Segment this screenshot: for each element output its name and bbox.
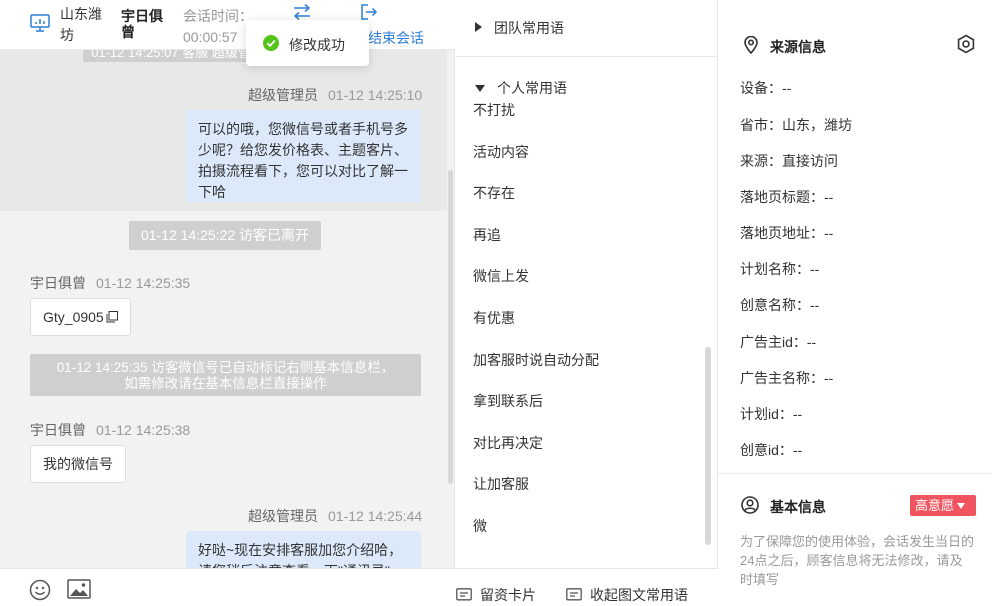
card-icon [456,588,472,601]
personal-phrases-title[interactable]: 个人常用语 [475,78,567,98]
settings-icon[interactable] [956,34,976,54]
team-phrases-label: 团队常用语 [494,20,564,36]
phrases-panel: 团队常用语 个人常用语 不打扰 活动内容 不存在 再追 微信上发 有优惠 加客服… [455,0,718,568]
message-time: 01-12 14:25:35 [96,275,191,291]
caret-right-icon [475,22,482,32]
logout-icon[interactable] [360,3,378,21]
sender-name: 超级管理员 [248,87,318,103]
basic-info-title: 基本信息 [770,499,826,515]
user-icon [741,496,759,514]
intent-label: 高意愿 [915,498,955,513]
visitor-message[interactable]: Gty_0905 [30,298,131,336]
phrase-item[interactable]: 微信上发 [473,266,529,286]
end-session-button[interactable]: 结束会话 [368,28,424,48]
team-phrases-group[interactable]: 团队常用语 [455,0,718,57]
info-advertiser-name: 广告主名称：-- [740,370,834,386]
contact-card-button[interactable]: 留资卡片 [456,585,536,605]
info-landing-title: 落地页标题：-- [740,189,834,205]
phrase-item[interactable]: 活动内容 [473,142,529,162]
phrases-scrollbar[interactable] [705,347,711,545]
agent-message: 可以的哦，您微信号或者手机号多少呢？给您发价格表、主题客片、拍摄流程看下，您可以… [186,110,421,202]
emoji-icon[interactable] [29,579,51,601]
message-time: 01-12 14:25:10 [328,87,423,103]
phrase-item[interactable]: 加客服时说自动分配 [473,350,599,370]
transfer-icon[interactable] [292,3,312,21]
section-divider [718,473,992,474]
phrase-item[interactable]: 对比再决定 [473,433,543,453]
check-circle-icon [263,35,279,51]
phrase-item[interactable]: 微 [473,516,487,536]
sender-name: 宇日俱曾 [30,275,86,291]
phrase-item[interactable]: 再追 [473,225,501,245]
sender-name: 宇日俱曾 [30,422,86,438]
info-note: 为了保障您的使用体验，会话发生当日的24点之后，顾客信息将无法修改，请及时填写 [740,534,975,587]
monitor-icon [30,14,50,32]
success-toast: 修改成功 [246,20,369,66]
session-time: 00:00:57 [183,29,238,45]
info-creative-id: 创意id：-- [740,442,803,458]
chat-panel: 01-12 14:25:07 客服 超级管理员 超级管理员 01-12 14:25… [0,0,455,606]
contact-card-label: 留资卡片 [480,587,536,603]
image-icon[interactable] [67,579,91,599]
collapse-phrases-label: 收起图文常用语 [590,587,688,603]
chat-footer: 留资卡片 收起图文常用语 [0,568,718,606]
info-source: 来源：直接访问 [740,153,838,169]
phrase-item[interactable]: 不打扰 [473,100,515,120]
info-panel: 来源信息 设备：-- 省市：山东，潍坊 来源：直接访问 落地页标题：-- 落地页… [718,0,992,606]
message-time: 01-12 14:25:44 [328,508,423,524]
chat-scrollbar[interactable] [448,170,453,484]
copy-icon[interactable] [106,311,118,323]
phrase-item[interactable]: 不存在 [473,183,515,203]
source-info-title: 来源信息 [770,39,826,55]
caret-down-icon [475,85,485,92]
system-message: 01-12 14:25:22 访客已离开 [129,221,321,250]
toast-message: 修改成功 [289,37,345,53]
sender-name: 超级管理员 [248,508,318,524]
agent-meta: 超级管理员 01-12 14:25:44 [248,506,422,526]
visitor-name: 宇日俱曾 [121,8,163,40]
info-plan-name: 计划名称：-- [740,261,820,277]
agent-message: 好哒~现在安排客服加您介绍哈，请您稍后注意查看一下"通讯录" [186,531,421,568]
session-time-label: 会话时间： [183,8,253,24]
phrase-item[interactable]: 让加客服 [473,474,529,494]
visitor-message-text: Gty_0905 [43,309,104,325]
info-creative-name: 创意名称：-- [740,297,820,313]
visitor-message[interactable]: 我的微信号 [30,445,126,483]
message-list[interactable]: 01-12 14:25:07 客服 超级管理员 超级管理员 01-12 14:25… [0,50,455,568]
message-icon [566,588,582,601]
info-advertiser-id: 广告主id：-- [740,334,817,350]
info-plan-id: 计划id：-- [740,406,803,422]
visitor-location: 山东潍坊 [60,6,102,43]
chat-header: 山东潍坊 宇日俱曾 会话时间： 00:00:57 结束会话 [0,0,455,50]
team-phrases-title[interactable]: 团队常用语 [475,18,564,38]
visitor-meta: 宇日俱曾 01-12 14:25:35 [30,273,190,293]
visitor-meta: 宇日俱曾 01-12 14:25:38 [30,420,190,440]
phrase-item[interactable]: 有优惠 [473,308,515,328]
info-device: 设备：-- [740,80,792,96]
phrase-item[interactable]: 拿到联系后 [473,391,543,411]
intent-dropdown[interactable]: 高意愿 [910,495,976,516]
caret-down-icon [957,503,966,509]
message-time: 01-12 14:25:38 [96,422,191,438]
agent-meta: 超级管理员 01-12 14:25:10 [248,85,422,105]
info-landing-url: 落地页地址：-- [740,225,834,241]
collapse-phrases-button[interactable]: 收起图文常用语 [566,585,688,605]
system-message: 01-12 14:25:35 访客微信号已自动标记右侧基本信息栏，如需修改请在基… [30,354,421,396]
location-pin-icon [744,36,758,54]
personal-phrases-label: 个人常用语 [497,80,567,96]
info-province-city: 省市：山东，潍坊 [740,117,852,133]
